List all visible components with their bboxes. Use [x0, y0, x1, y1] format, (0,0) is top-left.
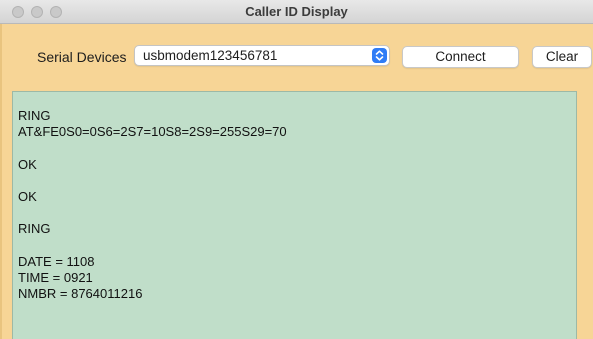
output-line: OK	[18, 156, 37, 172]
window-edge	[0, 24, 2, 339]
title-bar[interactable]: Caller ID Display	[0, 0, 593, 24]
serial-device-select[interactable]: usbmodem123456781	[134, 45, 390, 66]
output-line: RING	[18, 221, 51, 237]
output-line: DATE = 1108	[18, 253, 95, 269]
serial-device-value: usbmodem123456781	[143, 48, 278, 63]
clear-button[interactable]: Clear	[532, 46, 592, 68]
app-window: Caller ID Display Serial Devices usbmode…	[0, 0, 593, 339]
output-line: OK	[18, 188, 37, 204]
output-line: TIME = 0921	[18, 269, 93, 285]
chevron-updown-icon[interactable]	[372, 48, 387, 63]
output-scroll-gutter	[577, 91, 593, 339]
output-line: NMBR = 8764011216	[18, 286, 143, 302]
connect-button[interactable]: Connect	[402, 46, 519, 68]
output-line: AT&FE0S0=0S6=2S7=10S8=2S9=255S29=70	[18, 124, 287, 140]
window-title: Caller ID Display	[245, 4, 348, 19]
output-line: RING	[18, 108, 51, 123]
caller-id-output[interactable]: RING AT&FE0S0=0S6=2S7=10S8=2S9=255S29=70…	[12, 91, 577, 339]
serial-devices-label: Serial Devices	[37, 49, 127, 65]
output-text: RING AT&FE0S0=0S6=2S7=10S8=2S9=255S29=70…	[18, 108, 287, 302]
